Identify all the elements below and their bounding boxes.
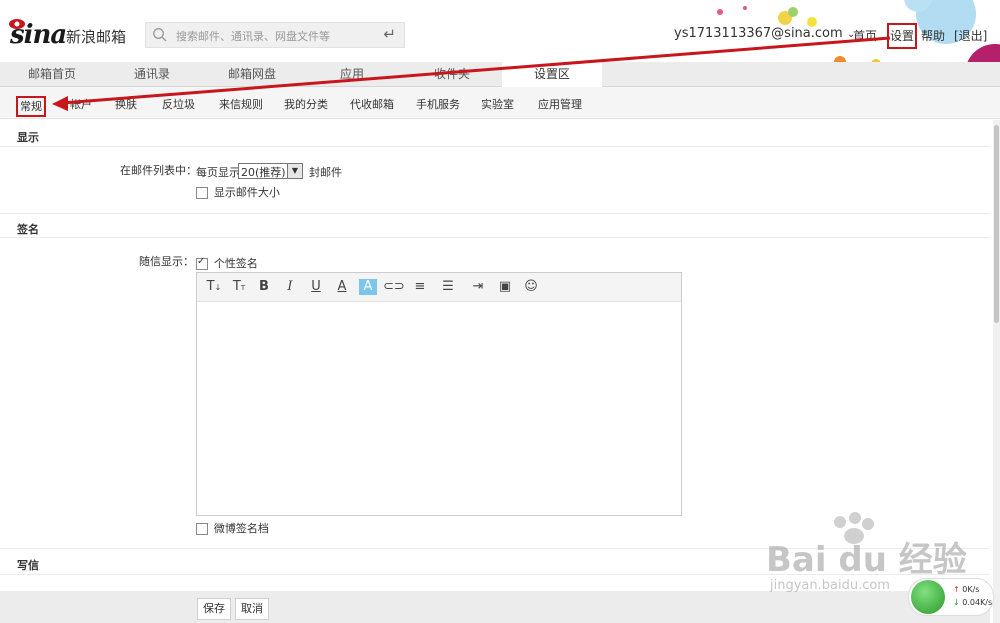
personal-signature-option[interactable]: 个性签名 <box>196 255 258 271</box>
upload-speed-value: 0K/s <box>962 585 980 594</box>
user-email-text: ys1713113367@sina.com <box>674 26 843 41</box>
product-name: 新浪邮箱 <box>66 28 127 46</box>
subtab-lab[interactable]: 实验室 <box>481 96 514 112</box>
tab-netdisk[interactable]: 邮箱网盘 <box>202 62 302 86</box>
tab-settings[interactable]: 设置区 <box>502 62 602 87</box>
font-color-icon[interactable]: A <box>333 279 351 295</box>
divider <box>0 237 990 238</box>
subtab-general[interactable]: 常规 <box>16 96 46 117</box>
save-button[interactable]: 保存 <box>197 598 231 620</box>
personal-signature-label: 个性签名 <box>213 257 258 270</box>
header: sina 新浪邮箱 搜索邮件、通讯录、网盘文件等 ↵ ys1713113367@… <box>0 0 1000 90</box>
upload-speed: ↑ 0K/s <box>953 585 980 594</box>
section-signature-title: 签名 <box>17 223 39 236</box>
enter-icon[interactable]: ↵ <box>383 25 396 43</box>
logo-text: sina <box>10 20 67 50</box>
tab-inbox[interactable]: 收件夹 <box>402 62 502 86</box>
subtab-skin[interactable]: 换肤 <box>115 96 137 112</box>
main-tabs: 邮箱首页 通讯录 邮箱网盘 应用 收件夹 设置区 <box>0 62 1000 87</box>
section-display-title: 显示 <box>17 131 39 144</box>
speed-ball-icon <box>911 580 945 614</box>
divider <box>0 213 990 214</box>
highlight-color-icon[interactable]: A <box>359 279 377 295</box>
dropdown-arrow-icon: ▼ <box>287 164 302 178</box>
cancel-button[interactable]: 取消 <box>235 598 269 620</box>
tab-apps[interactable]: 应用 <box>302 62 402 86</box>
align-icon[interactable]: ≡ <box>411 279 429 295</box>
italic-icon[interactable]: I <box>281 279 299 295</box>
show-size-label: 显示邮件大小 <box>213 186 280 199</box>
image-icon[interactable]: ▣ <box>496 279 514 295</box>
section-compose-title: 写信 <box>17 559 39 572</box>
settings-link[interactable]: 设置 <box>887 23 918 49</box>
list-setting-label: 在邮件列表中： <box>120 164 197 177</box>
emoji-icon[interactable]: ☺ <box>522 279 540 295</box>
divider <box>0 146 990 147</box>
editor-toolbar: T↓ TT B I U A A ⊂⊃ ≡ ☰ ⇥ ▣ ☺ <box>197 273 681 302</box>
settings-subtabs: 常规 帐户 换肤 反垃圾 来信规则 我的分类 代收邮箱 手机服务 实验室 应用管… <box>0 87 1000 119</box>
link-icon[interactable]: ⊂⊃ <box>383 279 405 295</box>
per-page-suffix: 封邮件 <box>309 166 342 179</box>
weibo-signature-option[interactable]: 微博签名档 <box>196 520 269 536</box>
font-family-icon[interactable]: T↓ <box>205 279 223 295</box>
search-icon <box>153 28 167 42</box>
indent-icon[interactable]: ⇥ <box>469 279 487 295</box>
home-link[interactable]: 首页 <box>853 27 877 44</box>
tab-mail-home[interactable]: 邮箱首页 <box>2 62 102 86</box>
subtab-collect-mail[interactable]: 代收邮箱 <box>350 96 394 112</box>
show-size-checkbox[interactable] <box>196 186 208 199</box>
user-email-menu[interactable]: ys1713113367@sina.com ⌄ <box>674 26 855 41</box>
personal-signature-checkbox[interactable] <box>196 256 208 270</box>
signature-editor[interactable]: T↓ TT B I U A A ⊂⊃ ≡ ☰ ⇥ ▣ ☺ <box>196 272 682 516</box>
subtab-antispam[interactable]: 反垃圾 <box>162 96 195 112</box>
scrollbar-thumb[interactable] <box>994 125 999 323</box>
search-input[interactable]: 搜索邮件、通讯录、网盘文件等 <box>176 28 330 44</box>
subtab-app-manage[interactable]: 应用管理 <box>538 96 582 112</box>
attach-label: 随信显示： <box>139 255 194 268</box>
subtab-account[interactable]: 帐户 <box>70 96 92 112</box>
help-link[interactable]: 帮助 <box>921 27 945 44</box>
per-page-select[interactable]: 20(推荐) ▼ <box>238 163 303 179</box>
subtab-rules[interactable]: 来信规则 <box>219 96 263 112</box>
watermark-url: jingyan.baidu.com <box>770 578 890 593</box>
weibo-signature-label: 微博签名档 <box>213 522 269 535</box>
search-box[interactable]: 搜索邮件、通讯录、网盘文件等 ↵ <box>145 22 405 48</box>
bold-icon[interactable]: B <box>255 279 273 295</box>
subtab-mobile[interactable]: 手机服务 <box>416 96 460 112</box>
tab-contacts[interactable]: 通讯录 <box>102 62 202 86</box>
show-size-option[interactable]: 显示邮件大小 <box>196 184 280 200</box>
underline-icon[interactable]: U <box>307 279 325 295</box>
weibo-signature-checkbox[interactable] <box>196 522 208 535</box>
per-page-value: 20(推荐) <box>241 166 286 179</box>
list-icon[interactable]: ☰ <box>439 279 457 295</box>
download-speed-value: 0.04K/s <box>962 598 993 607</box>
net-speed-widget[interactable]: ↑ 0K/s ↓ 0.04K/s <box>908 578 994 616</box>
logout-link[interactable]: [退出] <box>954 27 987 44</box>
per-page-label: 每页显示 <box>196 166 240 179</box>
download-speed: ↓ 0.04K/s <box>953 598 993 607</box>
font-size-icon[interactable]: TT <box>230 279 248 295</box>
watermark-brand: Bai du 经验 <box>766 540 967 580</box>
subtab-categories[interactable]: 我的分类 <box>284 96 328 112</box>
